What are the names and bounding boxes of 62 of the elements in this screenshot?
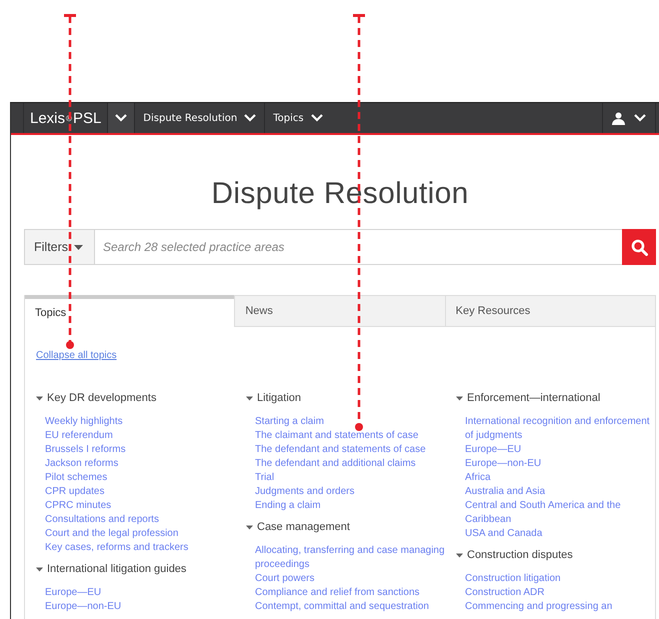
- topic-link[interactable]: Court and the legal profession: [45, 527, 238, 541]
- topic-link[interactable]: Jackson reforms: [45, 457, 238, 471]
- topic-heading[interactable]: Case management: [246, 521, 350, 533]
- topic-link[interactable]: Construction litigation: [465, 572, 658, 586]
- triangle-down-icon: [456, 552, 463, 558]
- topic-link[interactable]: Commencing and progressing an: [465, 600, 658, 614]
- topic-link[interactable]: Central and South America and the Caribbean: [465, 499, 658, 527]
- tab[interactable]: Key Resources: [444, 295, 655, 327]
- topic-heading[interactable]: Construction disputes: [456, 549, 573, 561]
- topic-link[interactable]: Consultations and reports: [45, 513, 238, 527]
- topic-link[interactable]: Weekly highlights: [45, 415, 238, 429]
- topic-link[interactable]: Allocating, transferring and case managing proceedings: [255, 544, 448, 572]
- search-button[interactable]: [622, 229, 656, 265]
- triangle-down-icon: [456, 394, 463, 402]
- topic-link[interactable]: Trial: [255, 471, 448, 485]
- topic-link[interactable]: The claimant and statements of case: [255, 429, 448, 443]
- topic-link[interactable]: Compliance and relief from sanctions: [255, 586, 448, 600]
- triangle-down-icon: [246, 394, 253, 402]
- tab[interactable]: News: [234, 295, 445, 327]
- topic-link[interactable]: CPRC minutes: [45, 499, 238, 513]
- topic-link[interactable]: International recognition and enforcement of judgments: [465, 415, 658, 443]
- topic-heading[interactable]: International litigation guides: [36, 563, 186, 575]
- triangle-down-icon: [36, 394, 43, 402]
- filters-button[interactable]: Filters: [24, 229, 95, 265]
- topic-link[interactable]: Contempt, committal and sequestration: [255, 600, 448, 614]
- user-menu-button[interactable]: [602, 103, 656, 133]
- topic-link[interactable]: USA and Canada: [465, 527, 658, 541]
- chevron-down-icon: [244, 114, 256, 122]
- brand-menu-button[interactable]: [107, 103, 134, 133]
- topic-link[interactable]: Ending a claim: [255, 499, 448, 513]
- topic-link[interactable]: Europe—non-EU: [465, 457, 658, 471]
- topic-link[interactable]: Europe—EU: [45, 586, 238, 600]
- topic-link[interactable]: Key cases, reforms and trackers: [45, 541, 238, 555]
- topic-link[interactable]: EU referendum: [45, 429, 238, 443]
- chevron-down-icon: [115, 114, 128, 122]
- topic-link[interactable]: Brussels I reforms: [45, 443, 238, 457]
- topic-link[interactable]: Africa: [465, 471, 658, 485]
- user-icon: [612, 112, 625, 124]
- caret-icon: [74, 244, 84, 250]
- topic-link[interactable]: Court powers: [255, 572, 448, 586]
- topic-heading[interactable]: Litigation: [246, 392, 302, 404]
- topic-heading[interactable]: Key DR developments: [36, 392, 156, 404]
- topic-link[interactable]: The defendant and additional claims: [255, 457, 448, 471]
- chevron-down-icon: [310, 114, 323, 122]
- nav-menu[interactable]: Dispute Resolution: [134, 103, 264, 133]
- topic-link[interactable]: Pilot schemes: [45, 471, 238, 485]
- collapse-all-link[interactable]: Collapse all topics: [36, 350, 117, 361]
- topic-link[interactable]: Europe—non-EU: [45, 600, 238, 614]
- topic-link[interactable]: The defendant and statements of case: [255, 443, 448, 457]
- topic-heading[interactable]: Enforcement—international: [456, 392, 600, 404]
- topic-link[interactable]: Judgments and orders: [255, 485, 448, 499]
- triangle-down-icon: [246, 524, 253, 530]
- topic-link[interactable]: Starting a claim: [255, 415, 448, 429]
- page-title: Dispute Resolution: [210, 176, 470, 212]
- topic-link[interactable]: CPR updates: [45, 485, 238, 499]
- chevron-down-icon: [634, 114, 646, 122]
- nav-menu[interactable]: Topics: [264, 103, 331, 133]
- topic-link[interactable]: Construction ADR: [465, 586, 658, 600]
- triangle-down-icon: [36, 566, 43, 572]
- topic-link[interactable]: Europe—EU: [465, 443, 658, 457]
- topic-link[interactable]: Australia and Asia: [465, 485, 658, 499]
- search-icon: [630, 238, 648, 256]
